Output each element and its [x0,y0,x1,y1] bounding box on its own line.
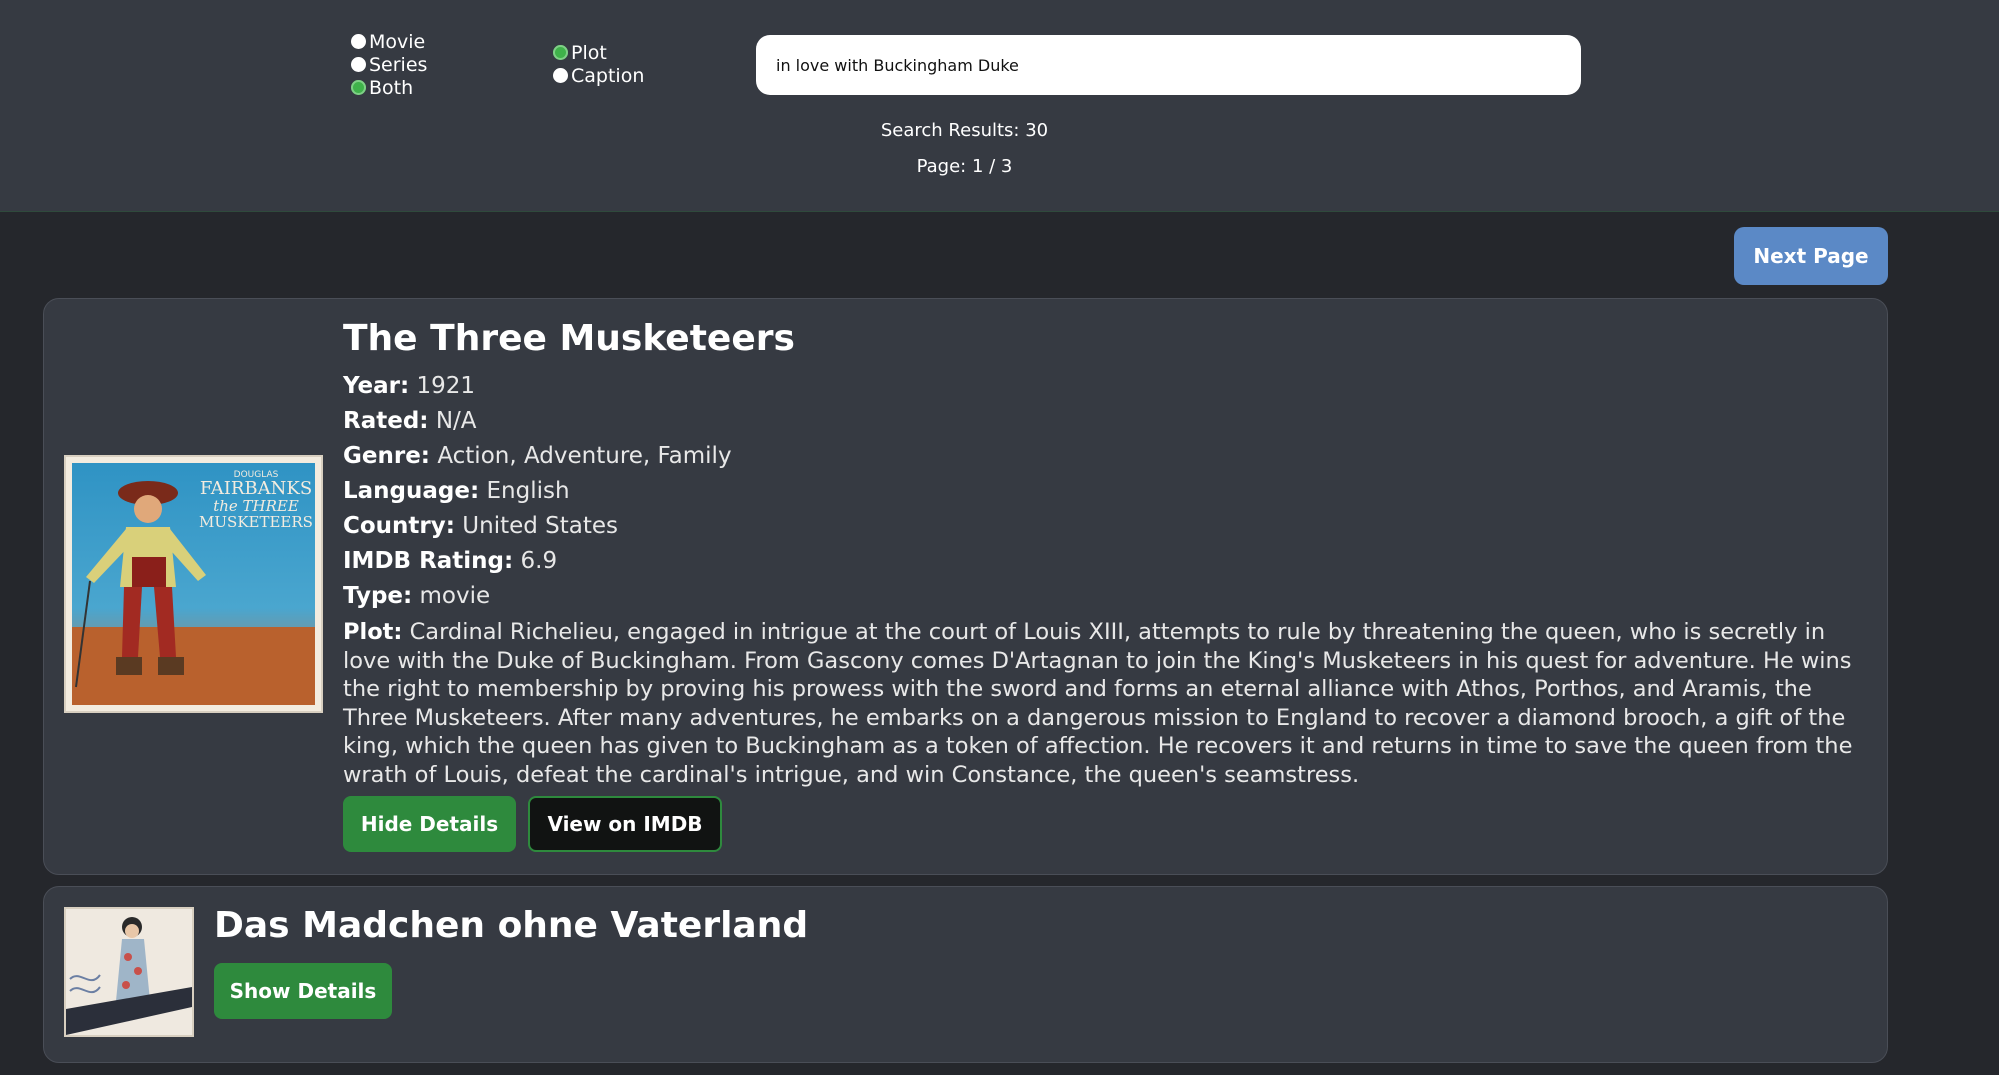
detail-language: Language: English [343,474,1863,509]
detail-genre: Genre: Action, Adventure, Family [343,439,1863,474]
detail-year: Year: 1921 [343,369,1863,404]
detail-plot: Plot: Cardinal Richelieu, engaged in int… [343,618,1863,789]
detail-language-label: Language: [343,478,480,504]
movie-title: The Three Musketeers [343,318,795,359]
radio-series-label: Series [369,53,428,76]
poster-star: FAIRBANKS [200,478,312,499]
detail-genre-value: Action, Adventure, Family [437,443,732,469]
detail-year-value: 1921 [416,373,476,399]
detail-country-label: Country: [343,513,455,539]
radio-movie-label: Movie [369,30,426,53]
field-filter-group: Plot Caption [553,41,644,87]
show-details-button[interactable]: Show Details [214,963,392,1019]
radio-both-indicator[interactable] [351,80,366,95]
detail-genre-label: Genre: [343,443,430,469]
next-page-button[interactable]: Next Page [1734,227,1888,285]
detail-type: Type: movie [343,579,1863,614]
radio-plot-label: Plot [571,41,607,64]
detail-year-label: Year: [343,373,410,399]
detail-type-value: movie [419,583,491,609]
type-filter-group: Movie Series Both [351,30,427,99]
movie-poster[interactable]: DOUGLAS FAIRBANKS the THREE MUSKETEERS [64,455,323,713]
radio-movie-indicator[interactable] [351,34,366,49]
detail-rated: Rated: N/A [343,404,1863,439]
search-header: Movie Series Both Plot Caption Search Re… [0,0,1999,212]
poster-image [66,909,192,1035]
movie-poster[interactable] [64,907,194,1037]
view-on-imdb-button[interactable]: View on IMDB [528,796,722,852]
detail-country-value: United States [462,513,619,539]
radio-caption[interactable]: Caption [553,64,644,87]
radio-plot[interactable]: Plot [553,41,644,64]
detail-country: Country: United States [343,509,1863,544]
detail-rated-value: N/A [435,408,477,434]
detail-imdb-rating-label: IMDB Rating: [343,548,514,574]
radio-both-label: Both [369,76,414,99]
detail-plot-text: Cardinal Richelieu, engaged in intrigue … [343,619,1853,788]
poster-image: DOUGLAS FAIRBANKS the THREE MUSKETEERS [72,463,315,705]
radio-movie[interactable]: Movie [351,30,427,53]
radio-both[interactable]: Both [351,76,427,99]
detail-type-label: Type: [343,583,413,609]
movie-title: Das Madchen ohne Vaterland [214,905,809,946]
poster-title-line2: MUSKETEERS [199,513,313,531]
hide-details-button[interactable]: Hide Details [343,796,516,852]
radio-series[interactable]: Series [351,53,427,76]
radio-series-indicator[interactable] [351,57,366,72]
page-indicator: Page: 1 / 3 [916,156,1013,177]
detail-rated-label: Rated: [343,408,429,434]
search-results-count: Search Results: 30 [880,120,1049,141]
detail-imdb-rating: IMDB Rating: 6.9 [343,544,1863,579]
radio-caption-indicator[interactable] [553,68,568,83]
radio-plot-indicator[interactable] [553,45,568,60]
detail-plot-label: Plot: [343,619,403,645]
search-input[interactable] [756,35,1581,95]
movie-details: Year: 1921 Rated: N/A Genre: Action, Adv… [343,369,1863,789]
detail-imdb-rating-value: 6.9 [520,548,558,574]
radio-caption-label: Caption [571,64,645,87]
detail-language-value: English [486,478,570,504]
